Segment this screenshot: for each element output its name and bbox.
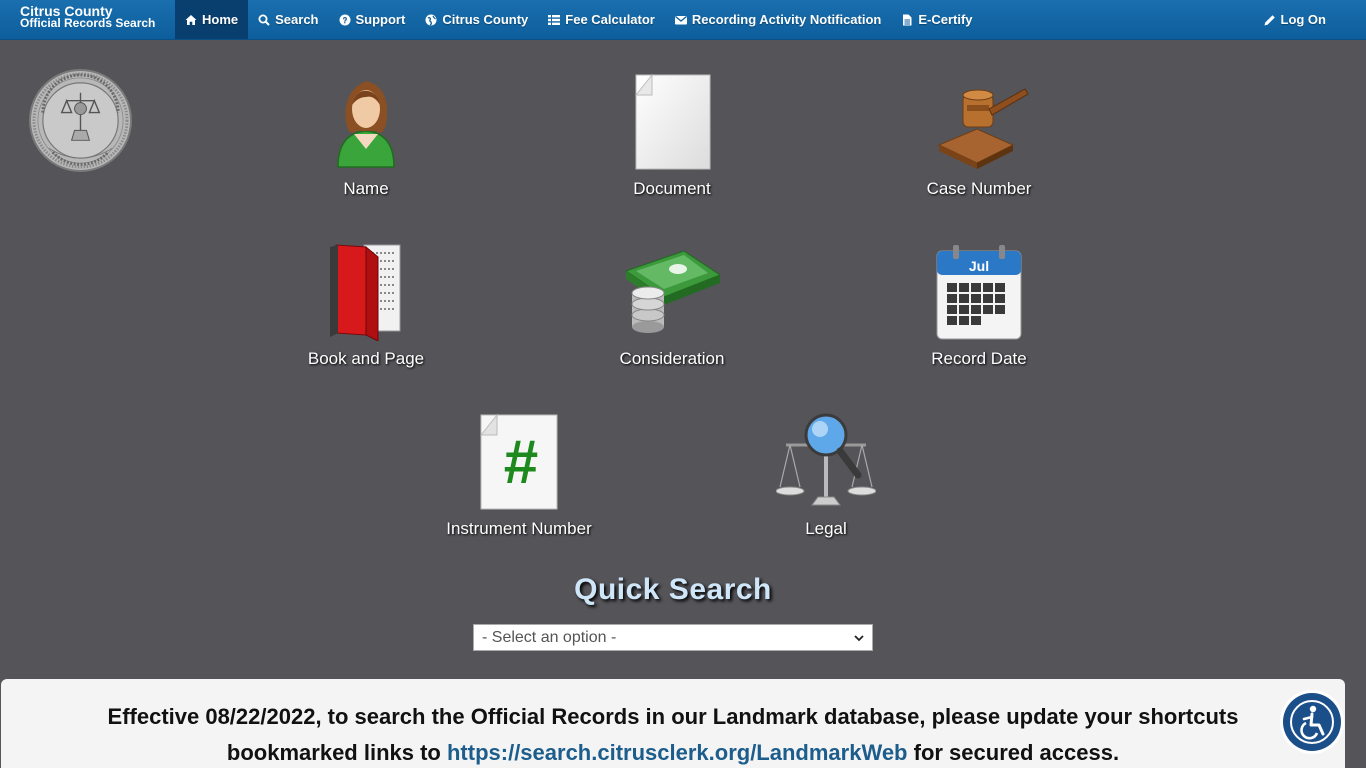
nav-search-label: Search (275, 12, 319, 27)
nav-log-on[interactable]: Log On (1254, 0, 1366, 39)
gavel-icon (937, 88, 1029, 169)
document-label: Document (633, 179, 711, 198)
nav-home-label: Home (202, 12, 239, 27)
top-navbar: Citrus County Official Records Search Ho… (0, 0, 1366, 40)
search-by-record-date-tile[interactable]: Jul Record Date (879, 241, 1079, 369)
landmark-notice-banner: Effective 08/22/2022, to search the Offi… (1, 679, 1345, 768)
calendar-month: Jul (969, 258, 989, 274)
nav-citrus-label: Citrus County (442, 12, 529, 27)
search-by-consideration-tile[interactable]: Consideration (572, 241, 772, 369)
county-clerk-seal-logo (29, 69, 132, 172)
search-by-instrument-number-tile[interactable]: # Instrument Number (419, 411, 619, 539)
accessibility-button[interactable] (1280, 690, 1344, 754)
blank-document-icon (634, 73, 711, 170)
quick-search-selected-option: - Select an option - (482, 628, 617, 646)
home-icon (185, 14, 197, 25)
nav-citrus-county[interactable]: Citrus County (415, 0, 538, 39)
nav-support[interactable]: ? Support (329, 0, 416, 39)
search-by-book-and-page-tile[interactable]: Book and Page (266, 241, 466, 369)
brand[interactable]: Citrus County Official Records Search (0, 0, 175, 39)
notice-pre: bookmarked links to (226, 740, 447, 765)
envelope-icon (674, 15, 687, 24)
money-coins-icon (624, 250, 722, 333)
nav-support-label: Support (355, 12, 406, 27)
search-icon (258, 14, 270, 26)
search-by-name-tile[interactable]: Name (266, 71, 466, 199)
notice-line-2: bookmarked links to https://search.citru… (1, 735, 1345, 768)
brand-subtitle: Official Records Search (20, 16, 156, 30)
hash-document-icon: # (479, 413, 558, 510)
question-circle-icon: ? (339, 14, 350, 25)
nav-home[interactable]: Home (175, 0, 249, 39)
nav-ecertify-label: E-Certify (918, 12, 973, 27)
svg-text:#: # (504, 428, 538, 497)
red-book-icon (330, 244, 401, 341)
svg-text:?: ? (342, 16, 347, 25)
file-icon (903, 14, 912, 25)
globe-icon (425, 14, 437, 26)
person-icon (337, 81, 395, 168)
nav-recording-notification[interactable]: Recording Activity Notification (665, 0, 891, 39)
nav-search[interactable]: Search (248, 0, 328, 39)
case-number-label: Case Number (926, 179, 1032, 198)
consideration-label: Consideration (619, 349, 725, 368)
scales-magnifier-icon (776, 413, 876, 506)
name-label: Name (343, 179, 389, 198)
nav-recording-label: Recording Activity Notification (691, 12, 882, 27)
calendar-icon: Jul (936, 245, 1022, 340)
record-date-label: Record Date (931, 349, 1027, 368)
nav-fee-calculator[interactable]: Fee Calculator (538, 0, 665, 39)
notice-post: for secured access. (907, 740, 1120, 765)
list-icon (548, 14, 561, 25)
search-by-legal-tile[interactable]: Legal (726, 411, 926, 539)
legal-label: Legal (805, 519, 847, 538)
quick-search-select[interactable]: - Select an option - (473, 624, 873, 651)
search-by-document-tile[interactable]: Document (572, 71, 772, 199)
nav-logon-label: Log On (1280, 12, 1327, 27)
nav-ecertify[interactable]: E-Certify (891, 0, 982, 39)
pencil-icon (1264, 14, 1275, 25)
search-by-case-number-tile[interactable]: Case Number (879, 71, 1079, 199)
accessibility-icon (1290, 700, 1334, 744)
book-and-page-label: Book and Page (307, 349, 425, 368)
notice-line-1: Effective 08/22/2022, to search the Offi… (107, 704, 1239, 729)
quick-search-title: Quick Search (574, 573, 772, 606)
chevron-down-icon (854, 634, 864, 641)
nav-fee-label: Fee Calculator (565, 12, 655, 27)
landmark-web-link[interactable]: https://search.citrusclerk.org/LandmarkW… (447, 740, 908, 765)
instrument-number-label: Instrument Number (446, 519, 592, 538)
